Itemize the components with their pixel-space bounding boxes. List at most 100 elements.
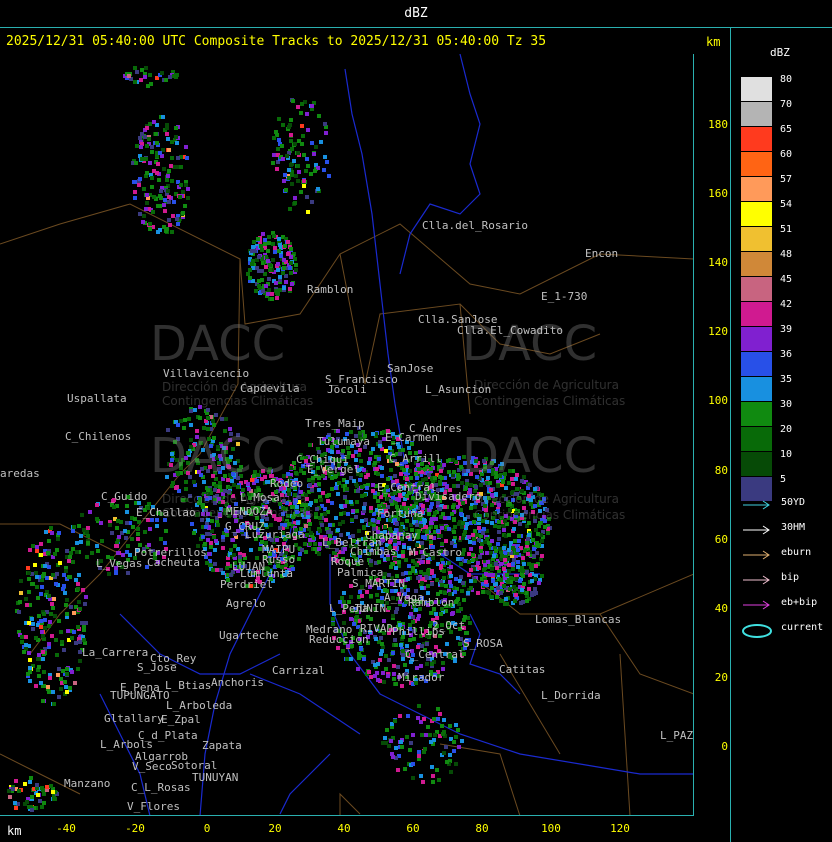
place-label-ldorrida: L_Dorrida bbox=[541, 689, 601, 702]
place-label-cllaelcowadito: Clla.El_Cowadito bbox=[457, 324, 563, 337]
timestamp-header: 2025/12/31 05:40:00 UTC Composite Tracks… bbox=[6, 34, 547, 49]
watermark-line: Contingencias Climáticas bbox=[474, 508, 626, 522]
place-label-lpaz: L_PAZ bbox=[660, 729, 694, 742]
place-label-tresmaip: Tres_Maip bbox=[305, 417, 365, 430]
place-label-fortuna: Fortuna bbox=[377, 507, 424, 520]
y-tick: 80 bbox=[714, 464, 728, 477]
legend-swatch bbox=[741, 277, 772, 301]
place-label-lamosa: L_Mosa bbox=[240, 491, 280, 504]
place-label-reduccion: Reduccion bbox=[309, 633, 369, 646]
legend-swatch-label: 35 bbox=[780, 374, 793, 385]
legend-swatch-label: 30 bbox=[780, 399, 793, 410]
legend-swatch bbox=[741, 352, 772, 376]
watermark-brand: DACC bbox=[462, 428, 598, 484]
place-label-vflores: V_Flores bbox=[127, 800, 180, 813]
x-tick: 40 bbox=[337, 822, 351, 835]
legend-track-label: current bbox=[781, 622, 824, 633]
legend-track-30hm: 30HM bbox=[741, 522, 831, 538]
legend-swatch-label: 45 bbox=[780, 274, 793, 285]
y-tick: 60 bbox=[714, 533, 728, 546]
watermark-line: Contingencias Climáticas bbox=[474, 394, 626, 408]
legend-swatch-label: 42 bbox=[780, 299, 793, 310]
legend-swatch-label: 60 bbox=[780, 149, 793, 160]
legend-swatch-label: 20 bbox=[780, 424, 793, 435]
place-label-e1730: E_1-730 bbox=[541, 290, 588, 303]
place-label-uspallata: Uspallata bbox=[67, 392, 127, 405]
place-label-mendoza: MENDOZA bbox=[226, 505, 273, 518]
place-label-ramblon1: Ramblon bbox=[307, 283, 354, 296]
arrow-icon bbox=[743, 600, 770, 610]
x-tick: -40 bbox=[56, 822, 76, 835]
place-label-tulumaya: Tulumaya bbox=[317, 435, 370, 448]
place-label-catitas: Catitas bbox=[499, 663, 546, 676]
y-tick: 180 bbox=[708, 118, 728, 131]
legend-swatch bbox=[741, 177, 772, 201]
place-label-anchoris: Anchoris bbox=[211, 676, 264, 689]
place-label-sanjose: SanJose bbox=[387, 362, 434, 375]
place-label-junin: JUNIN bbox=[353, 602, 387, 615]
place-label-lomasblancas: Lomas_Blancas bbox=[535, 613, 622, 626]
place-label-divisadero: Divisadero bbox=[415, 490, 482, 503]
legend-track-label: bip bbox=[781, 572, 800, 583]
legend-swatch bbox=[741, 252, 772, 276]
place-label-gtallary: Gltallary bbox=[104, 712, 164, 725]
place-label-encon: Encon bbox=[585, 247, 619, 260]
legend-swatch-label: 51 bbox=[780, 224, 793, 235]
arrow-icon bbox=[743, 575, 770, 585]
legend-swatch-label: 65 bbox=[780, 124, 793, 135]
place-label-luzuriaga: Luzuriaga bbox=[245, 528, 305, 541]
x-tick: 0 bbox=[203, 822, 211, 835]
legend-track-ebbip: eb+bip bbox=[741, 597, 831, 613]
x-tick: 20 bbox=[268, 822, 282, 835]
legend-swatch-label: 70 bbox=[780, 99, 793, 110]
legend-swatch-label: 39 bbox=[780, 324, 793, 335]
place-label-ezpal: E_Zpal bbox=[161, 713, 201, 726]
arrow-icon bbox=[743, 525, 770, 535]
x-tick: 120 bbox=[610, 822, 630, 835]
watermark-line: Dirección de Agricultura bbox=[474, 492, 619, 506]
watermark-brand: DACC bbox=[150, 316, 286, 372]
place-label-ech: E_Challao bbox=[136, 506, 196, 519]
legend-track-label: eburn bbox=[781, 547, 812, 558]
place-label-carrilli: C_Arrill bbox=[389, 452, 442, 465]
legend-track-label: 50YD bbox=[781, 497, 806, 508]
place-label-vseco: V_Seco bbox=[132, 760, 172, 773]
legend-swatch-label: 36 bbox=[780, 349, 793, 360]
y-unit-label: km bbox=[706, 35, 721, 49]
place-label-mcastro: M_Castro bbox=[409, 546, 462, 559]
place-label-carrizal: Carrizal bbox=[272, 664, 325, 677]
legend-track-label: eb+bip bbox=[781, 597, 818, 608]
place-label-ramblon2: Ramblon bbox=[408, 596, 455, 609]
legend-swatch bbox=[741, 102, 772, 126]
place-label-tupungato: TUPUNGATO bbox=[110, 689, 170, 702]
legend-track-label: 30HM bbox=[781, 522, 806, 533]
place-label-srosa: S_ROSA bbox=[463, 637, 503, 650]
y-tick: 20 bbox=[714, 671, 728, 684]
legend-track-eburn: eburn bbox=[741, 547, 831, 563]
place-label-cllarosario: Clla.del_Rosario bbox=[422, 219, 528, 232]
place-label-capdevila: Capdevila bbox=[240, 382, 300, 395]
legend-swatch bbox=[741, 202, 772, 226]
arrow-icon bbox=[743, 550, 770, 560]
legend-swatch bbox=[741, 77, 772, 101]
place-label-clrosas: C_L_Rosas bbox=[131, 781, 191, 794]
watermark-brand: DACC bbox=[150, 428, 286, 484]
place-label-chapanay: Chapanay bbox=[365, 529, 418, 542]
legend-swatch bbox=[741, 402, 772, 426]
legend-title: dBZ bbox=[770, 46, 790, 59]
legend-swatch bbox=[741, 227, 772, 251]
place-label-ecarmen: E_Carmen bbox=[385, 431, 438, 444]
place-label-phillips: Phillips bbox=[392, 625, 445, 638]
y-tick: 0 bbox=[721, 740, 728, 753]
watermark-line: Dirección de Agricultura bbox=[474, 378, 619, 392]
y-tick: 160 bbox=[708, 187, 728, 200]
legend-swatch-label: 54 bbox=[780, 199, 793, 210]
place-label-perdriel: Perdriel bbox=[220, 578, 273, 591]
legend-track-current: current bbox=[741, 622, 831, 638]
place-label-cguido: C_Guido bbox=[101, 490, 148, 503]
y-tick: 120 bbox=[708, 325, 728, 338]
place-label-jocoli: Jocoli bbox=[327, 383, 367, 396]
y-tick: 100 bbox=[708, 394, 728, 407]
title-bar: dBZ bbox=[0, 0, 832, 28]
legend-swatch bbox=[741, 452, 772, 476]
